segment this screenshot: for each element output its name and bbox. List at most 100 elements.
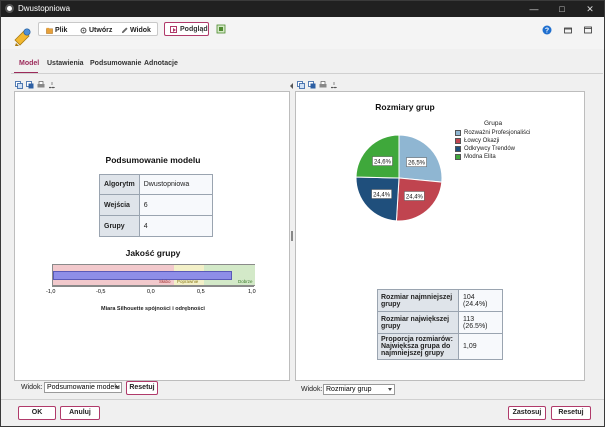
table-row: Grupy 4 [99,215,213,237]
scale-icon[interactable] [330,81,338,89]
copy-icon[interactable] [15,80,23,89]
title-bar: Dwustopniowa — □ ✕ [1,1,604,17]
app-icon [5,4,14,13]
model-summary-heading: Podsumowanie modelu [105,155,201,165]
menu-bar: Plik Utwórz Widok [38,22,158,36]
footer-divider [1,399,604,400]
summary-label: Wejścia [99,194,140,216]
right-panel-tools [297,79,338,90]
ok-button[interactable]: OK [18,406,56,420]
chevron-down-icon [115,386,119,389]
stats-value: 1,09 [458,333,503,360]
model-nugget-icon [14,28,31,46]
legend-title: Grupa [484,120,503,127]
toolbar: Plik Utwórz Widok Podgląd ? [1,17,604,49]
view-select-right[interactable]: Rozmiary grup [323,384,395,395]
cluster-quality-heading: Jakość grupy [125,248,181,258]
file-menu-label: Plik [55,26,68,34]
file-menu[interactable]: Plik [46,25,67,35]
axis-tick: -1,0 [46,289,56,295]
zone-label-good: Dobrze [238,279,253,284]
pie-slice-label: 24,4% [371,189,392,199]
legend-label: Rozważni Profesjonaliści [464,130,531,136]
svg-text:24,6%: 24,6% [374,159,392,165]
summary-value: Dwustopniowa [138,174,213,195]
cluster-size-pie: 26,5% 24,4% 24,4% 24,6% [355,134,443,222]
cluster-size-stats-table: Rozmiar najmniejszej grupy 104 (24.4%) R… [377,289,503,360]
window-title: Dwustopniowa [18,4,71,13]
stats-value: 104 (24.4%) [458,289,503,312]
silhouette-axis-label: Miara Silhouette spójności i odrębności [101,306,205,312]
panel-splitter[interactable] [290,79,294,399]
table-row: Rozmiar największej grupy 113 (26.5%) [377,311,503,334]
apply-button[interactable]: Zastosuj [508,406,546,420]
minimize-icon[interactable]: — [521,2,547,16]
preview-button[interactable]: Podgląd [164,22,209,36]
pencil-icon [121,26,128,33]
cluster-sizes-heading: Rozmiary grup [375,102,435,112]
legend-label: Odkrywcy Trendów [464,146,516,152]
table-row: Wejścia 6 [99,194,213,216]
axis-tick: 0,0 [147,289,155,295]
silhouette-bar [53,271,232,280]
view-select-left[interactable]: Podsumowanie modelu [44,382,122,393]
legend-swatch [455,154,461,160]
axis-tick: 0,5 [197,289,205,295]
gear-icon [80,27,87,33]
legend-swatch [455,130,461,136]
summary-value: 4 [138,215,213,237]
svg-text:24,4%: 24,4% [373,192,391,198]
restore-icon[interactable] [563,25,573,35]
axis-tick: 1,0 [248,289,256,295]
export-icon[interactable] [216,24,226,34]
zone-label-poor: Słabo [159,279,171,284]
copy-icon[interactable] [297,80,305,89]
table-row: Rozmiar najmniejszej grupy 104 (24.4%) [377,289,503,312]
silhouette-chart: Słabo Poprawnie Dobrze [52,264,255,286]
copy-data-icon[interactable] [26,80,34,89]
reset-button[interactable]: Resetuj [551,406,591,420]
tab-annotations[interactable]: Adnotacje [144,60,178,67]
summary-value: 6 [138,194,213,216]
legend-label: Modna Elita [464,154,496,160]
play-icon [170,25,177,33]
silhouette-axis: -1,0 -0,5 0,0 0,5 1,0 [46,286,256,300]
svg-text:24,4%: 24,4% [406,194,424,200]
legend-label: Łowcy Okazji [464,138,500,144]
left-panel-tools [15,79,56,90]
cancel-button[interactable]: Anuluj [60,406,100,420]
table-row: Algorytm Dwustopniowa [99,174,213,195]
close-icon[interactable]: ✕ [577,2,603,16]
view-menu[interactable]: Widok [121,25,151,35]
help-icon[interactable]: ? [542,25,552,35]
create-menu-label: Utwórz [89,26,113,34]
stats-value: 113 (26.5%) [458,311,503,334]
scale-icon[interactable] [48,81,56,89]
tab-summary[interactable]: Podsumowanie [90,60,141,67]
pie-slice-label: 24,4% [404,191,425,201]
reset-view-button[interactable]: Resetuj [126,381,158,395]
maximize-icon[interactable]: □ [549,2,575,16]
legend-item: Rozważni Profesjonaliści [455,129,530,137]
create-menu[interactable]: Utwórz [80,25,112,35]
tab-model[interactable]: Model [19,60,39,67]
stats-label: Rozmiar najmniejszej grupy [377,289,459,312]
right-panel: Rozmiary grup 26,5% 24,4% 24,4% 24,6% Grupa… [295,91,585,381]
window-icon[interactable] [583,25,593,35]
tab-settings[interactable]: Ustawienia [47,60,84,67]
zone-label-fair: Poprawnie [177,279,199,284]
pie-legend: Rozważni Profesjonaliści Łowcy Okazji Odkr… [455,129,530,161]
pie-slice-label: 26,5% [406,157,427,167]
model-summary-table: Algorytm Dwustopniowa Wejścia 6 Grupy 4 [99,174,213,237]
left-panel: Podsumowanie modelu Algorytm Dwustopniow… [14,91,290,381]
print-icon[interactable] [37,80,45,89]
print-icon[interactable] [319,80,327,89]
pie-slice [355,176,400,222]
view-label-left: Widok: [21,384,43,391]
legend-item: Łowcy Okazji [455,137,530,145]
copy-data-icon[interactable] [308,80,316,89]
stats-label: Proporcja rozmiarów: Największa grupa do… [377,333,459,360]
preview-label: Podgląd [180,25,208,33]
stats-label: Rozmiar największej grupy [377,311,459,334]
tab-bar: Model Ustawienia Podsumowanie Adnotacje [1,57,604,75]
